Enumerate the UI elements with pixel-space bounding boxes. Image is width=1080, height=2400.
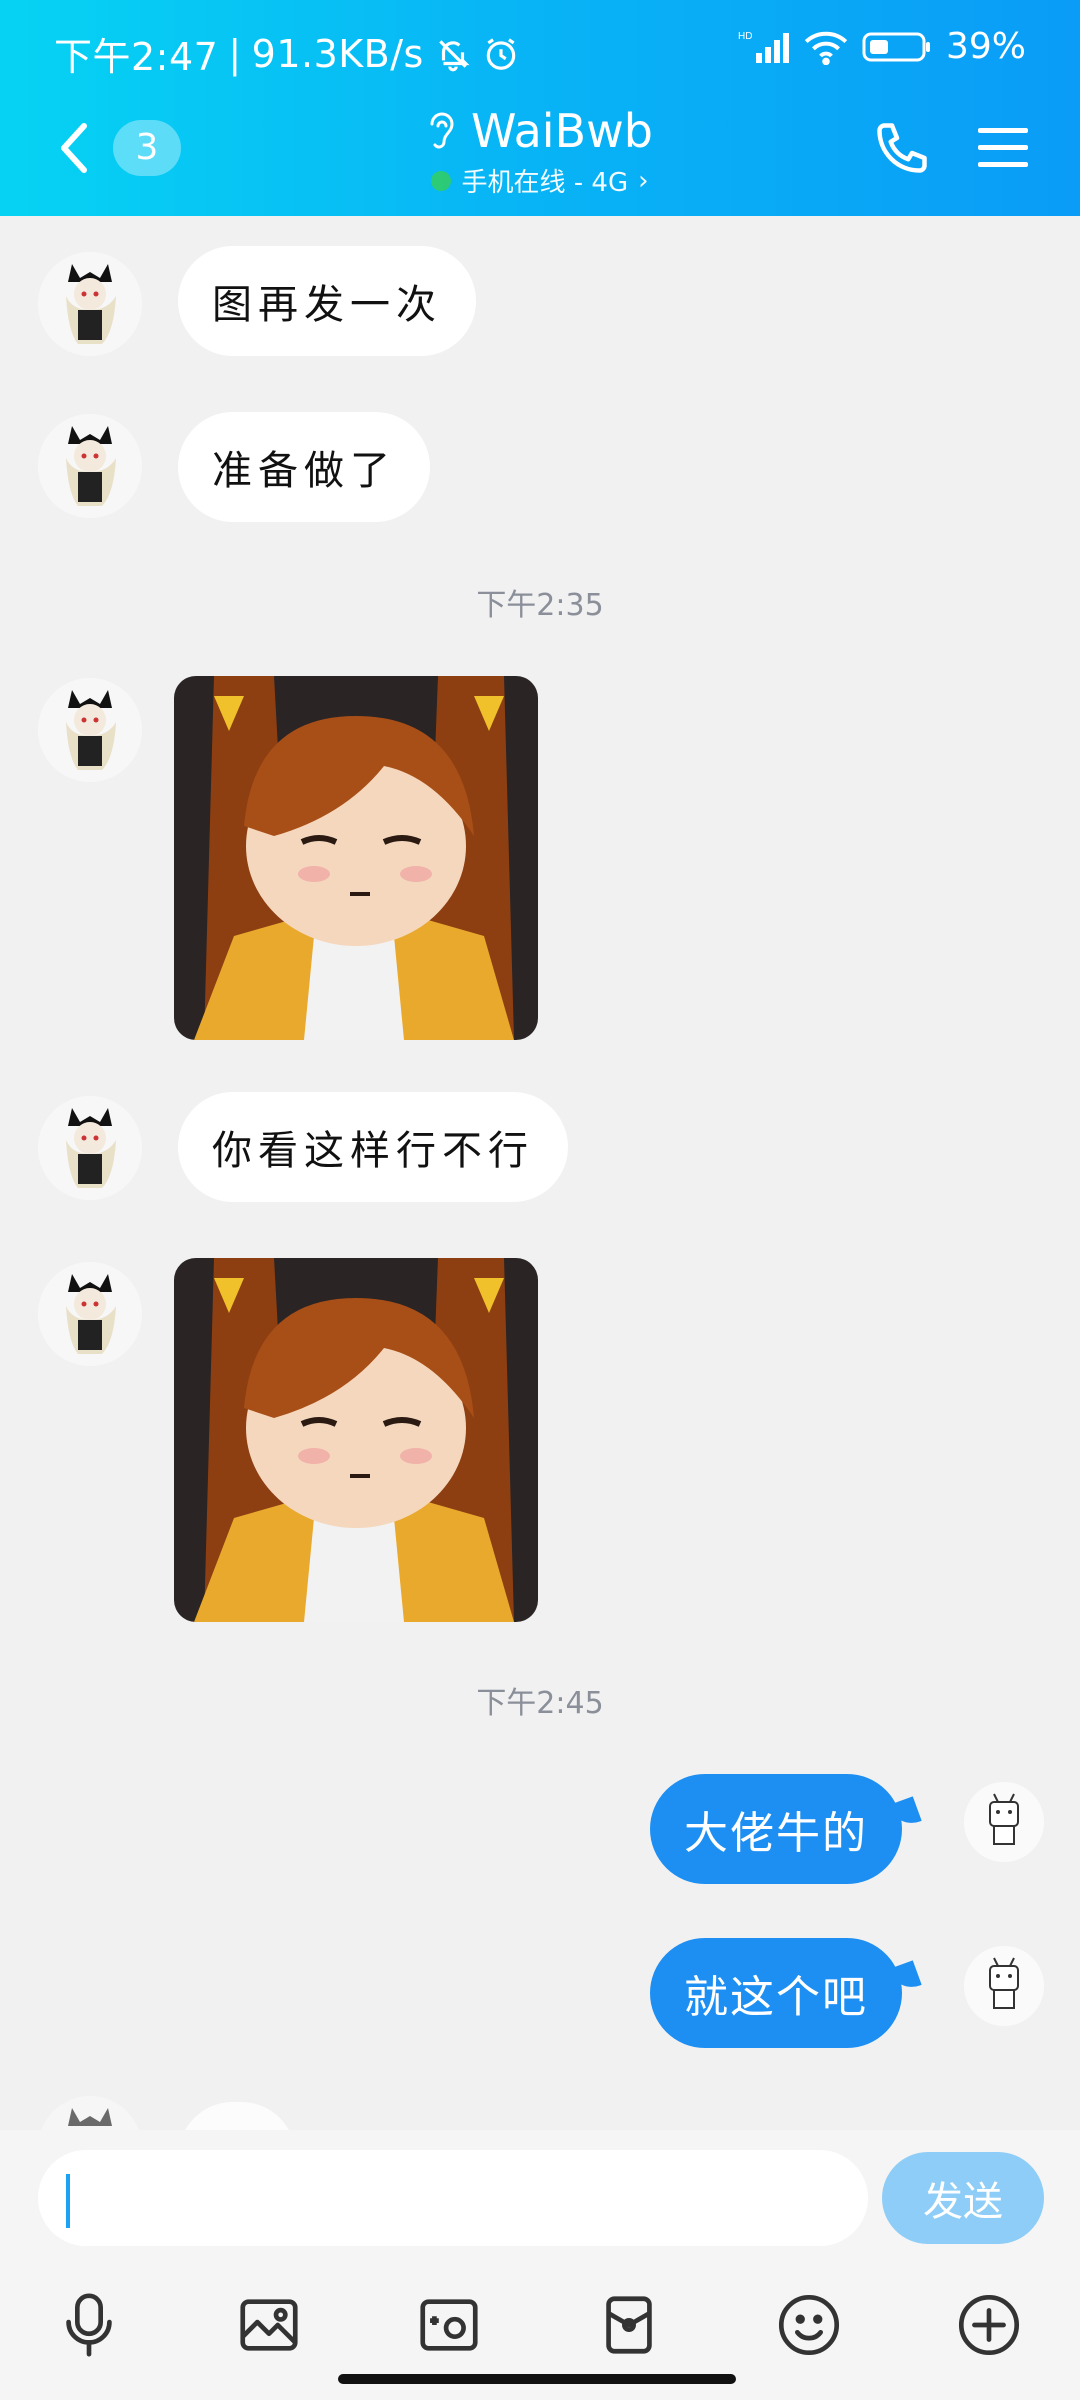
message-bubble[interactable]: 你看这样行不行 — [178, 1092, 568, 1202]
status-right: HD 39% — [738, 26, 1026, 67]
status-time: 下午2:47 — [54, 35, 219, 79]
text-cursor — [66, 2174, 70, 2228]
send-button[interactable]: 发送 — [882, 2152, 1044, 2244]
mute-bell-icon — [434, 35, 472, 73]
contact-avatar[interactable] — [38, 2096, 142, 2130]
status-speed: 91.3KB/s — [251, 31, 424, 76]
red-packet-icon[interactable] — [594, 2290, 664, 2360]
signal-icon: HD — [738, 29, 790, 65]
svg-text:HD: HD — [738, 31, 752, 42]
message-text: 你看这样行不行 — [212, 1128, 534, 1174]
contact-avatar[interactable] — [38, 414, 142, 518]
status-bar: 下午2:47 | 91.3KB/s HD 39% — [0, 0, 1080, 104]
image-icon[interactable] — [234, 2290, 304, 2360]
contact-avatar[interactable] — [38, 1096, 142, 1200]
battery-level: 39% — [945, 26, 1026, 67]
contact-avatar[interactable] — [38, 1262, 142, 1366]
my-message-bubble[interactable]: 就这个吧 — [650, 1938, 902, 2048]
message-timestamp: 下午2:45 — [476, 1686, 604, 1721]
menu-icon[interactable] — [976, 124, 1030, 172]
online-status: 手机在线 - 4G › — [431, 162, 649, 199]
message-text: 图再发一次 — [212, 282, 442, 328]
my-avatar[interactable] — [964, 1782, 1044, 1862]
message-bubble[interactable]: 图再发一次 — [178, 246, 476, 356]
ear-icon — [427, 110, 457, 152]
chat-header: 下午2:47 | 91.3KB/s HD 39% 3 WaiBwb 手机在线 -… — [0, 0, 1080, 216]
input-area: 发送 — [0, 2130, 1080, 2400]
message-bubble[interactable] — [178, 2102, 296, 2130]
status-divider: | — [228, 31, 242, 76]
chat-title: WaiBwb — [471, 104, 653, 158]
phone-icon[interactable] — [872, 118, 932, 178]
status-left: 下午2:47 | 91.3KB/s — [54, 26, 520, 81]
plus-icon[interactable] — [954, 2290, 1024, 2360]
emoji-icon[interactable] — [774, 2290, 844, 2360]
contact-avatar[interactable] — [38, 252, 142, 356]
wifi-icon — [804, 29, 848, 65]
message-text: 就这个吧 — [684, 1972, 868, 2023]
home-indicator[interactable] — [338, 2374, 736, 2384]
contact-name: WaiBwb — [427, 104, 653, 158]
online-dot — [431, 170, 452, 191]
message-input[interactable] — [38, 2150, 868, 2246]
input-toolbar — [0, 2270, 1080, 2380]
message-text: 准备做了 — [212, 448, 396, 494]
image-message[interactable] — [174, 676, 538, 1040]
message-bubble[interactable]: 准备做了 — [178, 412, 430, 522]
contact-avatar[interactable] — [38, 678, 142, 782]
alarm-icon — [482, 35, 520, 73]
message-list[interactable]: 图再发一次 准备做了 下午2:35 你看这样行不行 下午2:45 大佬牛的 就这… — [0, 216, 1080, 2130]
camera-icon[interactable] — [414, 2290, 484, 2360]
battery-icon — [862, 30, 932, 64]
my-avatar[interactable] — [964, 1946, 1044, 2026]
my-message-bubble[interactable]: 大佬牛的 — [650, 1774, 902, 1884]
image-message[interactable] — [174, 1258, 538, 1622]
online-status-text: 手机在线 - 4G — [461, 168, 629, 198]
message-timestamp: 下午2:35 — [476, 588, 604, 623]
message-text: 大佬牛的 — [684, 1808, 868, 1859]
microphone-icon[interactable] — [54, 2290, 124, 2360]
chevron-right-icon: › — [638, 165, 649, 196]
